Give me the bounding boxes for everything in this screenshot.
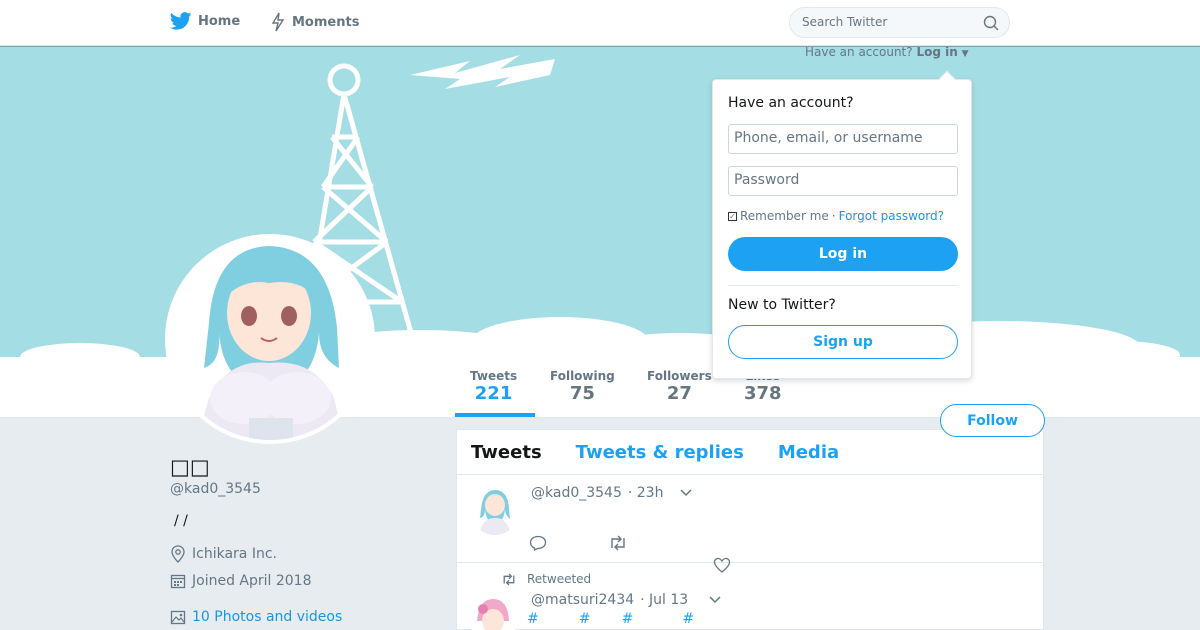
nav-moments-label: Moments	[292, 14, 360, 30]
photos-videos-text: 10 Photos and videos	[192, 609, 343, 625]
stat-label: Following	[550, 369, 615, 383]
follow-button[interactable]: Follow	[940, 404, 1045, 437]
timeline: Tweets Tweets & replies Media @kad0_3545…	[456, 429, 1044, 630]
username-placeholder: Phone, email, or username	[734, 130, 923, 146]
divider	[728, 285, 958, 286]
photos-videos-link[interactable]: 10 Photos and videos	[170, 609, 342, 625]
image-icon	[170, 610, 186, 625]
password-placeholder: Password	[734, 172, 800, 188]
active-stat-indicator	[455, 413, 535, 417]
login-heading: Have an account?	[728, 95, 854, 111]
tweet-time[interactable]: · Jul 13	[640, 592, 688, 608]
profile-avatar[interactable]	[165, 234, 375, 444]
stat-value: 221	[474, 383, 513, 404]
tweet-header: @matsuri2434 · Jul 13	[531, 592, 722, 608]
avatar-illustration	[169, 238, 371, 440]
separator: ·	[831, 209, 836, 223]
retweet-small-icon	[503, 572, 515, 586]
tweet-text: # # # #	[527, 611, 695, 627]
new-to-twitter-text: New to Twitter?	[728, 297, 836, 313]
password-field[interactable]: Password	[728, 166, 958, 196]
tweet-time[interactable]: · 23h	[628, 485, 664, 501]
reply-icon[interactable]	[529, 535, 547, 551]
stat-following[interactable]: Following 75	[550, 369, 615, 404]
lightning-icon	[271, 12, 285, 32]
login-dropdown-toggle[interactable]: Log in	[916, 45, 957, 59]
stat-label: Followers	[647, 369, 712, 383]
signup-button[interactable]: Sign up	[728, 325, 958, 359]
top-navigation-bar: Home Moments Search Twitter	[0, 0, 1200, 46]
stat-value: 75	[569, 383, 595, 404]
tab-tweets[interactable]: Tweets	[471, 442, 542, 463]
have-account-text: Have an account?	[805, 45, 913, 59]
search-placeholder: Search Twitter	[802, 15, 888, 29]
tweet-item[interactable]: Retweeted @matsuri2434 · Jul 13 # # # #	[457, 563, 1043, 630]
retweeted-label: Retweeted	[527, 572, 592, 586]
tab-tweets-and-replies[interactable]: Tweets & replies	[576, 442, 744, 463]
tweet-item[interactable]: @kad0_3545 · 23h	[457, 475, 1043, 573]
location-pin-icon	[171, 545, 185, 563]
profile-bio: / /	[174, 513, 188, 529]
stat-value: 378	[744, 383, 782, 404]
profile-joined: Joined April 2018	[170, 573, 312, 589]
tab-media[interactable]: Media	[778, 442, 839, 463]
nav-moments[interactable]: Moments	[270, 12, 359, 32]
username-field[interactable]: Phone, email, or username	[728, 124, 958, 154]
nav-home[interactable]: Home	[170, 12, 240, 30]
remember-me-checkbox[interactable]: ✓	[728, 211, 737, 221]
profile-location: Ichikara Inc.	[170, 545, 277, 563]
tweet-avatar-image	[469, 595, 517, 630]
tweet-avatar[interactable]	[469, 595, 517, 630]
tweet-handle[interactable]: @kad0_3545	[531, 485, 622, 501]
profile-name: □□	[170, 455, 210, 479]
tweet-avatar[interactable]	[471, 487, 519, 535]
tweet-handle[interactable]: @matsuri2434	[531, 592, 634, 608]
calendar-icon	[170, 574, 186, 589]
nav-home-label: Home	[198, 13, 241, 29]
retweet-icon[interactable]	[608, 535, 628, 551]
have-account-prompt: Have an account? Log in ▼	[805, 45, 969, 59]
remember-me-row: ✓ Remember me · Forgot password?	[728, 209, 944, 223]
stat-followers[interactable]: Followers 27	[647, 369, 712, 404]
joined-text: Joined April 2018	[192, 573, 312, 589]
stat-tweets[interactable]: Tweets 221	[470, 369, 517, 404]
tweet-avatar-image	[471, 487, 519, 535]
search-input[interactable]: Search Twitter	[789, 7, 1010, 38]
twitter-bird-icon	[170, 12, 192, 30]
stat-label: Tweets	[470, 369, 518, 383]
location-text: Ichikara Inc.	[192, 546, 277, 562]
retweeted-indicator: Retweeted	[501, 572, 591, 586]
caret-down-icon[interactable]: ▼	[962, 49, 969, 59]
stat-value: 27	[666, 383, 692, 404]
remember-me-label[interactable]: Remember me	[740, 209, 829, 223]
forgot-password-link[interactable]: Forgot password?	[839, 209, 944, 223]
login-dropdown: Have an account? Phone, email, or userna…	[712, 70, 972, 379]
tweet-header: @kad0_3545 · 23h	[531, 485, 693, 501]
chevron-down-icon[interactable]	[708, 595, 722, 605]
chevron-down-icon[interactable]	[679, 488, 693, 498]
search-icon	[983, 15, 999, 31]
login-button[interactable]: Log in	[728, 237, 958, 271]
profile-handle[interactable]: @kad0_3545	[170, 481, 261, 497]
